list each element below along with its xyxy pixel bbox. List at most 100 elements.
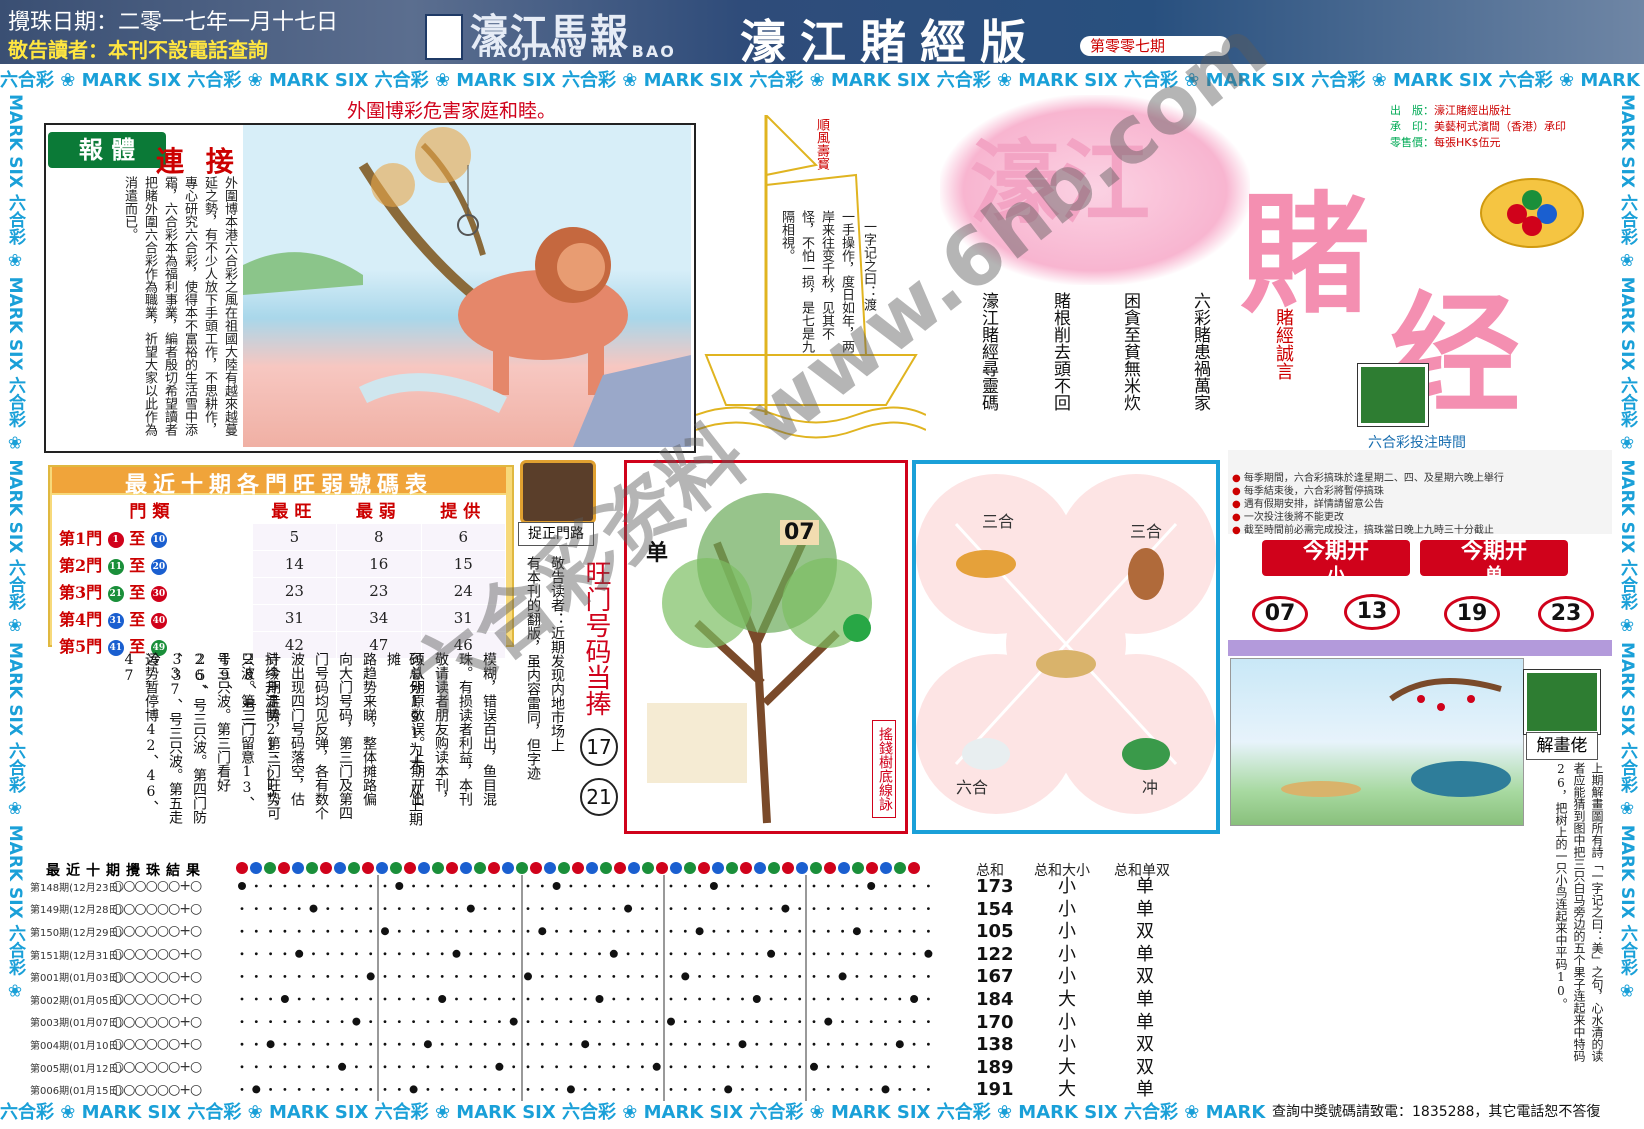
ball-slots: ○○○○○○+○	[112, 923, 202, 940]
trend-dot	[440, 952, 444, 956]
trend-dot	[669, 975, 673, 978]
trend-dot	[912, 929, 916, 933]
trend-dot	[712, 997, 716, 1001]
hotline-footer: 查詢中獎號碼請致電：1835288，其它電話恕不答復	[1272, 1104, 1601, 1120]
trend-dot	[698, 1042, 701, 1046]
parity-value: 单	[1136, 1011, 1154, 1033]
trend-dot	[369, 1088, 373, 1091]
sum-value: 167	[976, 966, 1014, 988]
trend-dot	[612, 1065, 616, 1069]
trend-dot	[469, 997, 473, 1001]
trend-dot	[326, 1088, 330, 1091]
trend-dot	[726, 1020, 730, 1023]
trend-dot	[397, 1065, 401, 1069]
trend-dot	[254, 1065, 258, 1069]
weak-value: 16	[336, 550, 422, 578]
trend-dot	[855, 884, 859, 888]
trend-dot	[266, 1040, 275, 1049]
mark-six-strip-right: MARK SIX 六合彩 ❀ MARK SIX 六合彩 ❀ MARK SIX 六…	[1618, 94, 1637, 1002]
trend-dot	[798, 952, 802, 956]
ball-dot	[698, 862, 710, 874]
trend-dot	[426, 929, 430, 933]
trend-dot	[612, 975, 616, 978]
trend-dot	[712, 1042, 716, 1046]
trend-dot	[927, 997, 930, 1001]
trend-dot	[869, 1020, 873, 1023]
parity-value: 单	[1136, 898, 1154, 920]
ball-dot	[824, 862, 836, 874]
trend-dot	[569, 975, 573, 978]
ball-dot	[278, 862, 290, 874]
parity-column: 单单双单双单单双双单	[1136, 876, 1154, 1102]
trend-dot	[755, 884, 759, 888]
ball-dot	[572, 862, 584, 874]
trend-dot	[540, 997, 544, 1001]
trend-dot	[755, 1065, 759, 1069]
trend-dot	[455, 929, 458, 933]
trend-dot	[283, 929, 287, 933]
trend-dot	[612, 907, 616, 910]
ball-dot	[418, 862, 430, 874]
door-name: 第2門	[59, 556, 103, 575]
header-banner: 攪珠日期：二零一七年一月十七日 敬告讀者：本刊不設電話查詢 濠江馬報 HAOJI…	[0, 0, 1644, 69]
trend-dot	[769, 975, 773, 978]
trend-dot	[469, 1088, 473, 1091]
ball-dot	[866, 862, 878, 874]
trend-dot	[669, 1065, 673, 1069]
trend-dot	[741, 884, 744, 888]
trend-dot	[512, 884, 516, 888]
parity-value: 双	[1136, 966, 1154, 988]
trend-dot	[838, 972, 847, 981]
printer-key: 承 印：	[1390, 120, 1434, 133]
trend-dot	[498, 1042, 501, 1046]
trend-dot	[784, 997, 787, 1001]
trend-dot	[741, 907, 744, 910]
ball-dot	[880, 862, 892, 874]
trend-dot	[724, 1085, 733, 1094]
trend-dot	[269, 1065, 272, 1069]
ball-dot	[250, 862, 262, 874]
ball-dot	[894, 862, 906, 874]
to-word: 至	[129, 556, 146, 575]
trend-dot	[383, 1042, 387, 1046]
ball-slots: ○○○○○○+○	[112, 1013, 202, 1030]
trend-dot	[283, 975, 287, 978]
trend-dot	[369, 1020, 373, 1023]
ball-dot	[432, 862, 444, 874]
price-key: 零售價：	[1390, 136, 1434, 149]
trend-dot	[540, 1020, 544, 1023]
sum-value: 105	[976, 921, 1014, 943]
trend-dot	[769, 1065, 773, 1069]
trend-dot	[326, 929, 330, 933]
trend-dot	[712, 1088, 716, 1091]
open-small-banner: 今期开 小	[1262, 540, 1410, 586]
trend-dot	[326, 1020, 330, 1023]
trend-dot	[383, 1065, 387, 1069]
trend-dot	[884, 907, 887, 910]
trend-dot	[769, 1020, 773, 1023]
trend-dot	[855, 975, 859, 978]
trend-dot	[583, 1088, 587, 1091]
trend-dot	[369, 884, 373, 888]
trend-dot	[826, 975, 830, 978]
ball-dot	[684, 862, 696, 874]
trend-dot	[826, 1088, 830, 1091]
trend-dot	[555, 975, 558, 978]
result-number: 13	[1344, 594, 1400, 630]
ball-dot	[642, 862, 654, 874]
tree-number: 07	[780, 520, 819, 545]
trend-dot	[369, 952, 373, 956]
trend-dot	[669, 1042, 673, 1046]
trend-dot	[741, 929, 744, 933]
trend-dot	[381, 927, 389, 936]
trend-dot	[426, 907, 430, 910]
trend-dot	[683, 1042, 687, 1046]
trend-dot	[483, 907, 487, 910]
trend-dot	[512, 907, 516, 910]
ball-dot	[656, 862, 668, 874]
trend-dot	[283, 1065, 287, 1069]
sum-column: 173 154 105 122 167 184 170 138 189 191	[976, 876, 1014, 1102]
ball-dot	[530, 862, 542, 874]
col-give: 提供	[420, 495, 507, 524]
trend-dot	[712, 907, 716, 910]
